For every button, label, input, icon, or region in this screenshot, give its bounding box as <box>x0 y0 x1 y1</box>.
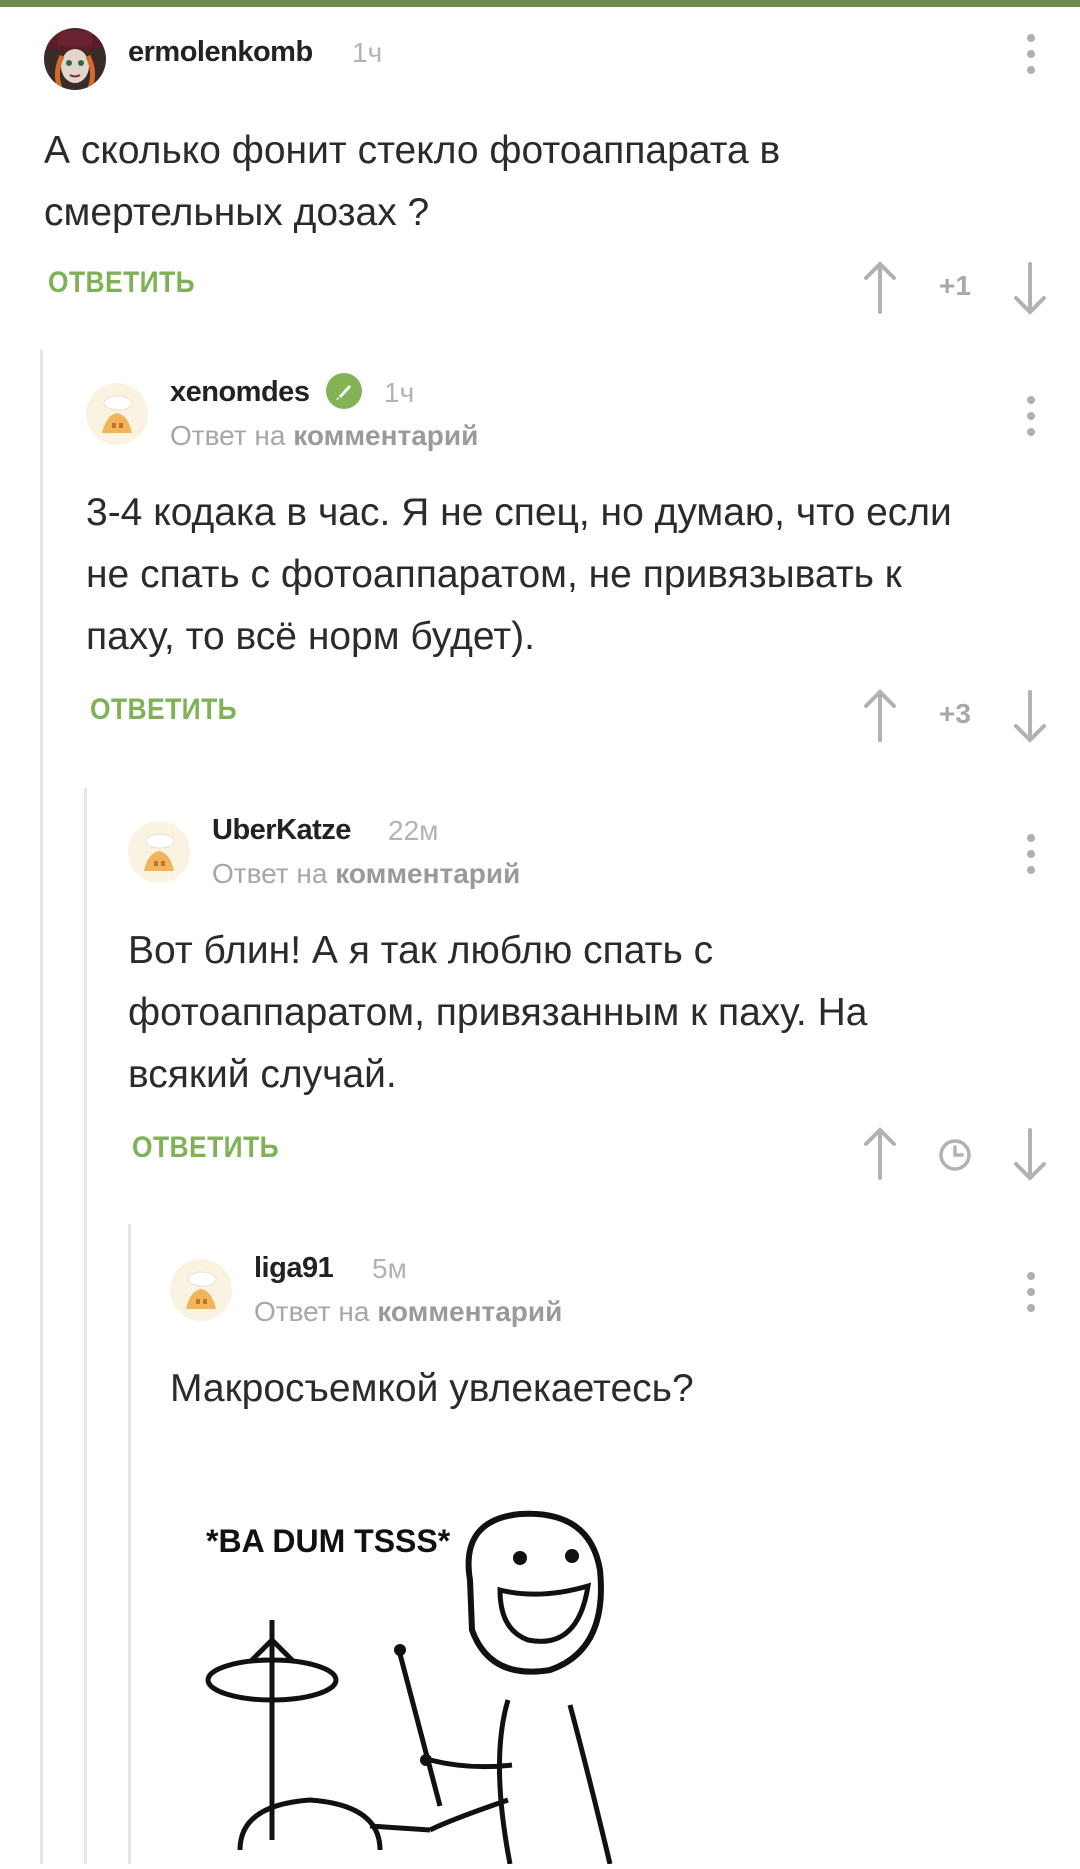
comment: UberKatze 22м Ответ на комментарий Вот б… <box>128 808 1080 1181</box>
username[interactable]: UberKatze <box>212 814 351 847</box>
more-icon[interactable] <box>1026 1272 1036 1316</box>
verified-icon <box>326 373 362 409</box>
vote-controls: +1 <box>860 260 1050 320</box>
reply-prefix: Ответ на <box>254 1296 370 1327</box>
upvote-icon[interactable] <box>860 688 900 744</box>
username[interactable]: liga91 <box>254 1252 334 1285</box>
avatar[interactable] <box>86 383 148 445</box>
meme-caption: *BA DUM TSSS* <box>206 1523 451 1559</box>
top-bar <box>0 0 1080 7</box>
avatar[interactable] <box>170 1259 232 1321</box>
username[interactable]: ermolenkomb <box>128 36 313 69</box>
comment: liga91 5м Ответ на комментарий Макросъем… <box>170 1246 1080 1446</box>
comment-text: А сколько фонит стекло фотоаппарата в см… <box>44 129 781 234</box>
meme-image[interactable]: *BA DUM TSSS* <box>190 1500 710 1865</box>
downvote-icon[interactable] <box>1010 688 1050 744</box>
vote-controls <box>860 1126 1050 1186</box>
upvote-icon[interactable] <box>860 260 900 316</box>
reply-button[interactable]: ОТВЕТИТЬ <box>48 266 195 300</box>
thread-line <box>84 788 87 1864</box>
downvote-icon[interactable] <box>1010 260 1050 316</box>
vote-score: +1 <box>939 270 971 301</box>
username[interactable]: xenomdes <box>170 376 310 409</box>
downvote-icon[interactable] <box>1010 1126 1050 1182</box>
reply-prefix: Ответ на <box>212 858 328 889</box>
clock-icon <box>939 1139 971 1171</box>
reply-button[interactable]: ОТВЕТИТЬ <box>132 1131 279 1165</box>
upvote-icon[interactable] <box>860 1126 900 1182</box>
reply-to: Ответ на комментарий <box>170 420 478 452</box>
badum-tss-drawing: *BA DUM TSSS* <box>205 1510 613 1865</box>
comment: xenomdes 1ч Ответ на комментарий 3-4 код… <box>86 370 1080 743</box>
vote-controls: +3 <box>860 688 1050 748</box>
reply-to: Ответ на комментарий <box>254 1296 562 1328</box>
reply-button[interactable]: ОТВЕТИТЬ <box>90 693 237 727</box>
vote-score: +3 <box>939 698 971 729</box>
reply-to: Ответ на комментарий <box>212 858 520 890</box>
comment-time: 5м <box>372 1253 407 1284</box>
comment-text: Вот блин! А я так люблю спать с фотоаппа… <box>128 929 868 1096</box>
comment-text: Макросъемкой увлекаетесь? <box>170 1367 694 1410</box>
thread-line <box>128 1224 131 1864</box>
comment-text: 3-4 кодака в час. Я не спец, но думаю, ч… <box>86 491 952 658</box>
more-icon[interactable] <box>1026 396 1036 440</box>
comment-time: 1ч <box>352 37 383 68</box>
more-icon[interactable] <box>1026 34 1036 78</box>
more-icon[interactable] <box>1026 834 1036 878</box>
reply-to-link[interactable]: комментарий <box>335 858 520 889</box>
thread-line <box>40 350 43 1864</box>
reply-to-link[interactable]: комментарий <box>293 420 478 451</box>
comment-time: 1ч <box>384 377 415 408</box>
comment: ermolenkomb 1ч А сколько фонит стекло фо… <box>44 12 1080 315</box>
reply-to-link[interactable]: комментарий <box>377 1296 562 1327</box>
reply-prefix: Ответ на <box>170 420 286 451</box>
comment-time: 22м <box>388 815 439 846</box>
avatar[interactable] <box>44 28 106 90</box>
avatar[interactable] <box>128 821 190 883</box>
